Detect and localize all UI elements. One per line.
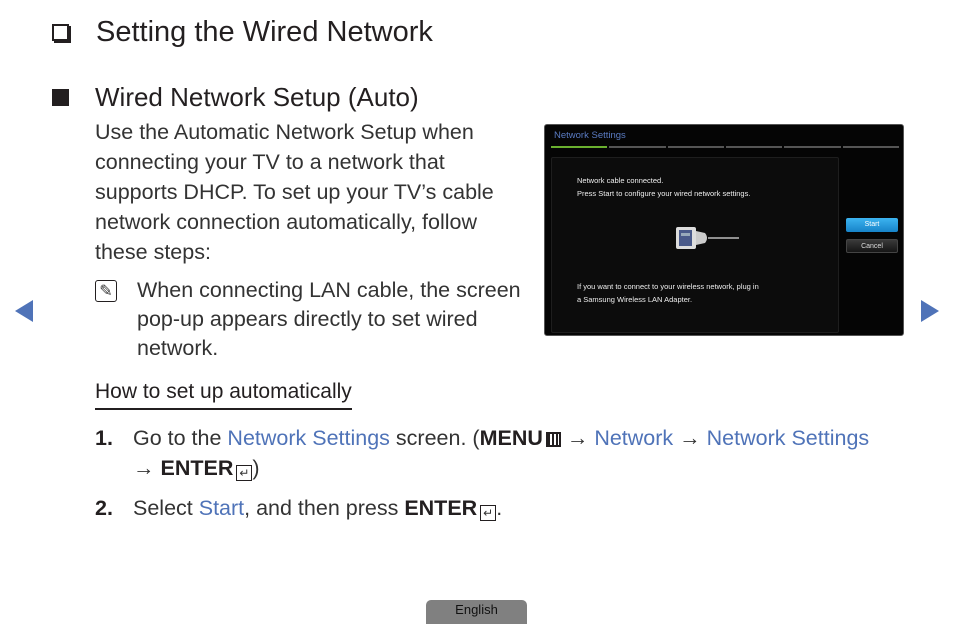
progress-step	[551, 146, 608, 148]
arrow: →	[560, 426, 595, 450]
tv-cancel-button: Cancel	[846, 239, 898, 253]
page-title-text: Setting the Wired Network	[96, 16, 433, 48]
tv-start-button: Start	[846, 218, 898, 232]
step-text-part: .	[496, 496, 503, 520]
menu-key-icon	[545, 432, 561, 447]
tv-wireless-hint: If you want to connect to your wireless …	[577, 280, 759, 306]
language-tab[interactable]: English	[426, 600, 527, 624]
link-network[interactable]: Network	[594, 426, 673, 450]
step-item: 1. Go to the Network Settings screen. (M…	[95, 423, 875, 483]
section-title: Wired Network Setup (Auto)	[52, 82, 419, 113]
steps-list: 1. Go to the Network Settings screen. (M…	[95, 423, 875, 533]
tv-message-line: Network cable connected.	[577, 176, 664, 185]
progress-step	[784, 146, 841, 148]
lan-plug-icon	[676, 227, 739, 249]
tv-message-panel: Network cable connected. Press Start to …	[551, 157, 839, 333]
enter-key-icon: ↵	[480, 505, 497, 521]
step-text-part: Go to the	[133, 426, 228, 450]
previous-page-button[interactable]	[15, 300, 33, 322]
step-text: Select Start, and then press ENTER ↵.	[133, 493, 502, 523]
step-number: 2.	[95, 496, 113, 520]
note: ✎ When connecting LAN cable, the screen …	[95, 276, 535, 363]
page-title: Setting the Wired Network	[46, 16, 433, 49]
link-network-settings-2[interactable]: Network Settings	[707, 426, 870, 450]
enter-key-icon: ↵	[236, 465, 253, 481]
next-page-button[interactable]	[921, 300, 939, 322]
progress-step	[667, 146, 724, 148]
progress-step	[725, 146, 783, 148]
note-pencil-icon: ✎	[95, 280, 117, 302]
step-text-part: , and then press	[244, 496, 405, 520]
tv-progress-steps	[551, 146, 899, 148]
enter-key-label: ENTER	[160, 456, 234, 480]
tv-message: Network cable connected. Press Start to …	[577, 174, 750, 200]
note-text: When connecting LAN cable, the screen po…	[137, 278, 521, 360]
tv-message-line: If you want to connect to your wireless …	[577, 282, 759, 291]
arrow: →	[133, 456, 161, 480]
progress-step	[842, 146, 899, 148]
step-number: 1.	[95, 426, 113, 450]
enter-key-label: ENTER	[404, 496, 478, 520]
step-text-part: Select	[133, 496, 199, 520]
tv-message-line: a Samsung Wireless LAN Adapter.	[577, 295, 693, 304]
checkbox-bullet-icon	[52, 24, 69, 41]
arrow: →	[673, 426, 707, 450]
tv-screen-illustration: Network Settings Network cable connected…	[544, 124, 904, 336]
menu-key-label: MENU	[479, 426, 543, 450]
step-text: Go to the Network Settings screen. (MENU…	[133, 423, 875, 483]
tv-screen-title: Network Settings	[554, 130, 626, 141]
link-start[interactable]: Start	[199, 496, 244, 520]
section-title-text: Wired Network Setup (Auto)	[95, 82, 419, 112]
square-bullet-icon	[52, 89, 69, 106]
intro-paragraph: Use the Automatic Network Setup when con…	[95, 120, 494, 264]
progress-step	[609, 146, 666, 148]
step-text-part: )	[252, 456, 260, 480]
how-to-heading: How to set up automatically	[95, 380, 352, 410]
step-text-part: screen. (	[389, 426, 480, 450]
tv-message-line: Press Start to configure your wired netw…	[577, 189, 751, 198]
step-item: 2. Select Start, and then press ENTER ↵.	[95, 493, 875, 523]
link-network-settings[interactable]: Network Settings	[227, 426, 390, 450]
